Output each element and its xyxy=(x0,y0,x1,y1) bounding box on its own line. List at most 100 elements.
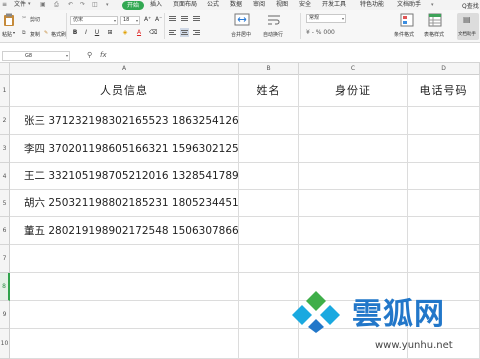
bold-button[interactable]: B xyxy=(71,29,79,37)
font-shrink-icon[interactable]: A⁻ xyxy=(155,16,162,23)
table-row[interactable]: 李四 370201198605166321 15963021259 xyxy=(10,135,239,163)
menu-file[interactable]: 文件 xyxy=(14,1,26,9)
print-icon[interactable]: ⎙ xyxy=(54,1,59,9)
hamburger-icon[interactable]: ≡ xyxy=(2,1,7,9)
chevron-down-icon[interactable]: ▾ xyxy=(431,1,434,9)
row-header[interactable]: 4 xyxy=(0,163,10,190)
search-button[interactable]: Q查找 xyxy=(462,1,479,10)
menu-tab-home[interactable]: 开始 xyxy=(122,1,144,10)
wrap-text-icon[interactable] xyxy=(266,13,282,27)
header-cell-info[interactable]: 人员信息 xyxy=(10,75,239,107)
table-row[interactable]: 胡六 250321198802185231 18052344517 xyxy=(10,190,239,217)
row-header[interactable]: 5 xyxy=(0,190,10,217)
empty-cell[interactable] xyxy=(299,163,408,190)
empty-cell[interactable] xyxy=(10,273,239,301)
fill-color-icon[interactable]: ◈ xyxy=(121,29,129,37)
chevron-down-icon[interactable]: ▾ xyxy=(13,30,15,35)
menu-tab-review[interactable]: 审阅 xyxy=(253,1,265,9)
function-button[interactable]: fx xyxy=(100,51,107,59)
more-icon[interactable]: ▾ xyxy=(106,1,109,9)
menu-tab-insert[interactable]: 插入 xyxy=(150,1,162,9)
currency-icon[interactable]: ¥ - % 000 xyxy=(306,29,335,36)
menu-tab-special[interactable]: 特色功能 xyxy=(360,1,384,9)
row-header[interactable]: 6 xyxy=(0,217,10,245)
chevron-down-icon: ▾ xyxy=(28,1,31,7)
font-grow-icon[interactable]: A⁺ xyxy=(144,16,151,23)
menu-tab-data[interactable]: 数据 xyxy=(230,1,242,9)
empty-cell[interactable] xyxy=(239,217,299,245)
doc-helper-panel[interactable]: ▤ 文档助手 xyxy=(457,13,479,40)
number-format-select[interactable]: 常规 ▾ xyxy=(306,14,346,23)
empty-cell[interactable] xyxy=(408,217,480,245)
clear-format-icon[interactable]: ⌫ xyxy=(149,29,157,37)
preview-icon[interactable]: ◫ xyxy=(92,1,98,9)
empty-cell[interactable] xyxy=(408,135,480,163)
font-name-select[interactable]: 仿宋 ▾ xyxy=(70,16,118,25)
menu-tab-page-layout[interactable]: 页面布局 xyxy=(173,1,197,9)
row-header[interactable]: 3 xyxy=(0,135,10,163)
empty-cell[interactable] xyxy=(299,107,408,135)
format-painter-button[interactable]: 格式刷 xyxy=(51,31,66,38)
empty-cell[interactable] xyxy=(10,245,239,273)
empty-cell[interactable] xyxy=(239,329,299,359)
empty-cell[interactable] xyxy=(299,217,408,245)
header-cell-phone[interactable]: 电话号码 xyxy=(408,75,480,107)
empty-cell[interactable] xyxy=(408,163,480,190)
empty-cell[interactable] xyxy=(408,107,480,135)
menu-tab-developer[interactable]: 开发工具 xyxy=(322,1,346,9)
column-header-c[interactable]: C xyxy=(299,63,408,75)
menu-tab-security[interactable]: 安全 xyxy=(299,1,311,9)
empty-cell[interactable] xyxy=(239,107,299,135)
row-header[interactable]: 2 xyxy=(0,107,10,135)
menu-tab-doc-helper[interactable]: 文档助手 xyxy=(397,1,421,9)
table-row[interactable]: 王二 332105198705212016 13285417897 xyxy=(10,163,239,190)
empty-cell[interactable] xyxy=(10,329,239,359)
row-header[interactable]: 7 xyxy=(0,245,10,273)
undo-icon[interactable]: ↶ xyxy=(68,1,73,9)
italic-button[interactable]: I xyxy=(82,29,90,37)
column-header-b[interactable]: B xyxy=(239,63,299,75)
row-header[interactable]: 9 xyxy=(0,301,10,329)
empty-cell[interactable] xyxy=(299,190,408,217)
table-row[interactable]: 董五 280219198902172548 15063078663 xyxy=(10,217,239,245)
merge-cells-icon[interactable] xyxy=(234,13,250,27)
select-all-corner[interactable] xyxy=(0,63,10,75)
cut-button[interactable]: 剪切 xyxy=(30,16,40,23)
header-cell-name[interactable]: 姓名 xyxy=(239,75,299,107)
font-size-select[interactable]: 18 ▾ xyxy=(120,16,140,25)
merge-center-button[interactable]: 合并居中 xyxy=(231,31,251,38)
empty-cell[interactable] xyxy=(10,301,239,329)
conditional-format-button[interactable]: 条件格式 xyxy=(394,31,414,38)
header-cell-id[interactable]: 身份证 xyxy=(299,75,408,107)
redo-icon[interactable]: ↷ xyxy=(80,1,85,9)
name-box[interactable]: G8 ▾ xyxy=(2,51,70,61)
border-icon[interactable]: ⊞ xyxy=(106,29,114,37)
magnifier-icon[interactable]: ⚲ xyxy=(87,51,92,59)
copy-button[interactable]: 复制 xyxy=(30,31,40,38)
row-header[interactable]: 10 xyxy=(0,329,10,359)
table-style-button[interactable]: 表格样式 xyxy=(424,31,444,38)
underline-button[interactable]: U xyxy=(93,29,101,37)
row-header-selected[interactable]: 8 xyxy=(0,273,10,301)
auto-wrap-button[interactable]: 自动换行 xyxy=(263,31,283,38)
font-color-icon[interactable]: A xyxy=(135,29,143,37)
empty-cell[interactable] xyxy=(408,190,480,217)
empty-cell[interactable] xyxy=(239,245,299,273)
empty-cell[interactable] xyxy=(299,245,408,273)
paste-icon[interactable] xyxy=(3,13,15,27)
table-row[interactable]: 张三 371232198302165523 18632541265 xyxy=(10,107,239,135)
empty-cell[interactable] xyxy=(408,245,480,273)
table-style-icon[interactable] xyxy=(428,13,442,27)
column-header-d[interactable]: D xyxy=(408,63,480,75)
column-header-a[interactable]: A xyxy=(10,63,239,75)
empty-cell[interactable] xyxy=(239,135,299,163)
conditional-format-icon[interactable] xyxy=(400,13,414,27)
paste-label[interactable]: 粘贴 xyxy=(2,31,12,38)
menu-tab-formulas[interactable]: 公式 xyxy=(207,1,219,9)
empty-cell[interactable] xyxy=(239,163,299,190)
empty-cell[interactable] xyxy=(299,135,408,163)
empty-cell[interactable] xyxy=(239,190,299,217)
row-header[interactable]: 1 xyxy=(0,75,10,107)
save-icon[interactable]: ▣ xyxy=(40,1,46,9)
menu-tab-view[interactable]: 视图 xyxy=(276,1,288,9)
